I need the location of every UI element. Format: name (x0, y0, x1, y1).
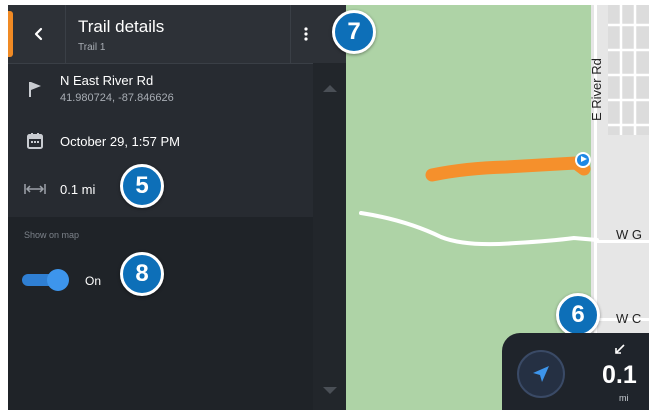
navigation-widget: 0.1 mi (502, 333, 649, 410)
street-label-1: W G (616, 227, 642, 242)
street-label-vertical: E River Rd (589, 58, 604, 121)
more-options-button[interactable] (290, 5, 321, 63)
toggle-state-label: On (85, 274, 102, 288)
trail-distance: 0.1 mi (60, 182, 96, 197)
calendar-icon (24, 130, 46, 152)
flag-icon (24, 78, 46, 100)
remaining-distance-unit: mi (619, 393, 629, 403)
navigation-arrow-icon (533, 366, 549, 382)
top-bar: Trail details Trail 1 (8, 5, 346, 64)
location-coordinates: 41.980724, -87.846626 (60, 92, 174, 104)
trail-details-panel: Trail details Trail 1 N East River Rd 41… (8, 5, 346, 410)
page-subtitle: Trail 1 (78, 42, 106, 53)
back-button[interactable] (13, 5, 66, 63)
distance-icon (24, 178, 46, 200)
scroll-up-arrow-icon[interactable] (323, 85, 337, 92)
scrollbar[interactable] (313, 63, 346, 410)
show-on-map-section: Show on map On (8, 217, 313, 410)
remaining-distance-value: 0.1 (602, 361, 637, 389)
more-vertical-icon (304, 27, 308, 41)
recenter-button[interactable] (517, 350, 565, 398)
chevron-left-icon (34, 27, 43, 41)
toggle-knob (47, 269, 69, 291)
callout-badge-more: 7 (332, 10, 376, 54)
show-on-map-label: Show on map (24, 230, 80, 240)
direction-arrow-icon (614, 343, 626, 358)
street-label-2: W C (616, 311, 642, 326)
location-row: N East River Rd 41.980724, -87.846626 (8, 63, 313, 121)
date-row: October 29, 1:57 PM (8, 121, 313, 161)
trail-date: October 29, 1:57 PM (60, 134, 180, 149)
page-title: Trail details (78, 17, 165, 36)
show-on-map-toggle[interactable] (22, 269, 69, 291)
callout-badge-toggle: 8 (120, 252, 164, 296)
callout-badge-nav: 6 (556, 293, 600, 337)
location-name: N East River Rd (60, 73, 154, 88)
callout-badge-distance: 5 (120, 164, 164, 208)
scroll-down-arrow-icon[interactable] (323, 387, 337, 394)
